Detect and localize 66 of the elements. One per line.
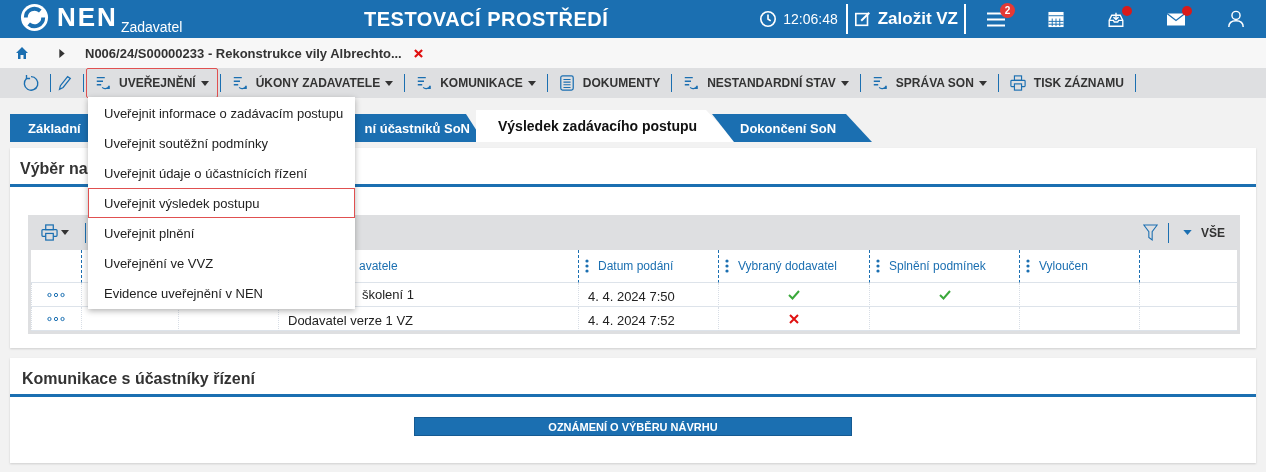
- list-icon: [871, 75, 888, 91]
- caret-icon: [840, 80, 849, 86]
- column-header[interactable]: Vybraný dodavatel: [718, 250, 869, 283]
- column-header[interactable]: Datum podání: [578, 250, 718, 283]
- column-handle-icon[interactable]: [1026, 259, 1030, 273]
- menu-item[interactable]: Uveřejnit výsledek postupu: [88, 188, 355, 218]
- menu-item[interactable]: Uveřejnit informace o zadávacím postupu: [88, 98, 355, 128]
- list-icon: [683, 75, 700, 91]
- menu-item[interactable]: Uveřejnit plnění: [88, 218, 355, 248]
- logo-text: NEN: [57, 2, 118, 32]
- close-icon[interactable]: [413, 48, 423, 58]
- list-icon: [416, 75, 433, 91]
- section-title: Komunikace s účastníky řízení: [10, 358, 1256, 397]
- toolbar-button[interactable]: TISK ZÁZNAMU: [1000, 68, 1133, 98]
- tab[interactable]: Výsledek zadávacího postupu: [476, 110, 736, 142]
- notice-button[interactable]: OZNÁMENÍ O VÝBĚRU NÁVRHU: [414, 417, 852, 436]
- breadcrumb-title[interactable]: N006/24/S00000233 - Rekonstrukce vily Albrechto...: [85, 45, 402, 61]
- chevron-icon: [59, 48, 65, 58]
- column-handle-icon[interactable]: [585, 259, 589, 273]
- document-icon: [558, 75, 575, 91]
- home-icon[interactable]: [15, 46, 29, 60]
- clock-icon: [759, 10, 778, 28]
- toolbar-button[interactable]: SPRÁVA SON: [862, 68, 996, 98]
- printer-icon: [1009, 75, 1026, 91]
- row-actions-icon[interactable]: [47, 291, 65, 298]
- filter-icon[interactable]: [1143, 223, 1158, 242]
- filter-dropdown[interactable]: VŠE: [1179, 225, 1237, 240]
- role-label: Zadavatel: [120, 20, 183, 34]
- tab[interactable]: Dokončení SoN: [712, 114, 872, 142]
- caret-icon[interactable]: [61, 230, 69, 235]
- print-icon[interactable]: [41, 224, 58, 241]
- alert-dot: [1182, 6, 1192, 16]
- table-cell: 4. 4. 2024 7:50: [578, 283, 718, 307]
- column-handle-icon[interactable]: [876, 259, 880, 273]
- list-icon: [231, 75, 248, 91]
- environment-title: TESTOVACÍ PROSTŘEDÍ: [364, 7, 609, 31]
- user-icon[interactable]: [1227, 10, 1245, 28]
- caret-icon: [527, 80, 536, 86]
- inbox-icon[interactable]: [1106, 10, 1126, 28]
- menu-item[interactable]: Uveřejnění ve VVZ: [88, 248, 355, 278]
- table-cell: 4. 4. 2024 7:52: [578, 307, 718, 331]
- list-icon: [95, 75, 111, 91]
- toolbar-button[interactable]: DOKUMENTY: [549, 68, 670, 98]
- menu-item[interactable]: Evidence uveřejnění v NEN: [88, 278, 355, 308]
- column-handle-icon[interactable]: [725, 259, 729, 273]
- column-header[interactable]: Splnění podmínek: [869, 250, 1019, 283]
- edit-icon: [853, 10, 872, 28]
- mail-icon[interactable]: [1166, 10, 1186, 28]
- caret-icon: [1183, 230, 1192, 235]
- toolbar-button[interactable]: ÚKONY ZADAVATELE: [222, 68, 403, 98]
- caret-icon: [385, 80, 394, 86]
- notification-badge: 2: [1000, 3, 1015, 18]
- calendar-icon[interactable]: [1046, 10, 1066, 28]
- refresh-icon[interactable]: [22, 74, 40, 92]
- caret-icon: [978, 80, 987, 86]
- create-button[interactable]: Založit VZ: [847, 9, 964, 29]
- caret-icon: [200, 80, 209, 86]
- column-header[interactable]: Vyloučen: [1019, 250, 1139, 283]
- toolbar-button[interactable]: NESTANDARDNÍ STAV: [674, 68, 858, 98]
- menu-icon[interactable]: [986, 10, 1006, 28]
- clock-time: 12:06:48: [783, 11, 838, 27]
- row-actions-icon[interactable]: [47, 315, 65, 322]
- menu-item[interactable]: Uveřejnit údaje o účastnících řízení: [88, 158, 355, 188]
- toolbar-button[interactable]: KOMUNIKACE: [407, 68, 545, 98]
- alert-dot: [1122, 6, 1132, 16]
- menu-item[interactable]: Uveřejnit soutěžní podmínky: [88, 128, 355, 158]
